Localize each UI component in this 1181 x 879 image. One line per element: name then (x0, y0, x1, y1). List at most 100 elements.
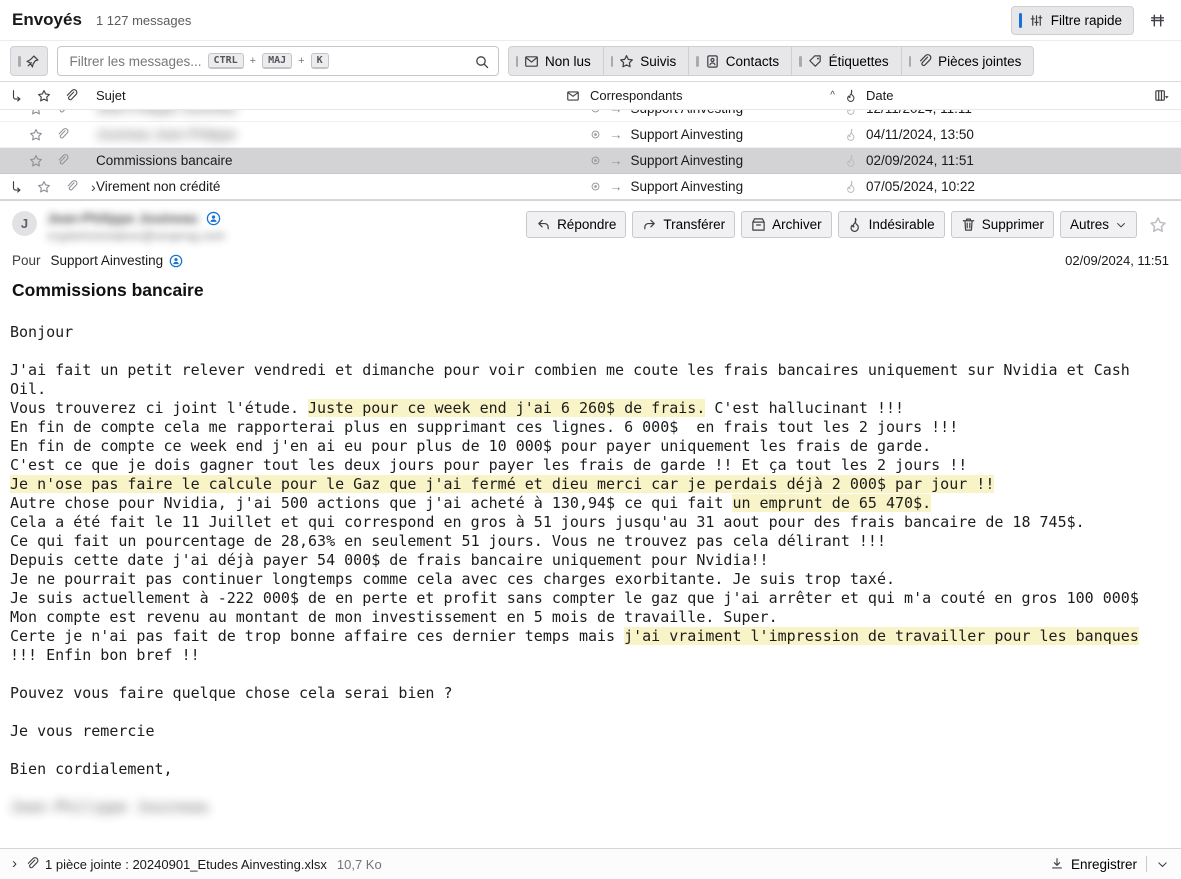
paperclip-icon (56, 154, 70, 167)
junk-icon (845, 180, 858, 193)
kbd-k: K (311, 53, 329, 69)
row-subject-blurred: Jouineau Jean-Philippe (88, 127, 590, 142)
junk-icon (845, 128, 858, 141)
read-dot-icon (590, 129, 601, 140)
thread-icon (10, 180, 24, 194)
filter-unread-button[interactable]: Non lus (508, 46, 604, 76)
filter-tags-button[interactable]: Étiquettes (791, 46, 902, 76)
body-line: Cela a été fait le 11 Juillet et qui cor… (10, 513, 1146, 532)
contact-add-icon[interactable] (206, 211, 221, 226)
message-list-display-options-icon[interactable] (1146, 9, 1169, 32)
filter-attachments-button[interactable]: Pièces jointes (901, 46, 1035, 76)
body-line: Pouvez vous faire quelque chose cela ser… (10, 684, 1146, 703)
sort-ascending-indicator: ^ (830, 90, 835, 101)
save-attachment-button[interactable]: Enregistrer (1048, 852, 1171, 876)
junk-icon (845, 154, 858, 167)
junk-column-icon[interactable] (845, 89, 858, 102)
attachment-column-icon[interactable] (64, 89, 78, 103)
body-line (10, 779, 1146, 798)
sender-name-blurred: Jean-Philippe Jouineau (47, 211, 198, 226)
flame-icon (848, 217, 863, 232)
body-line: Vous trouverez ci joint l'étude. Juste p… (10, 399, 1146, 418)
paperclip-icon (917, 54, 932, 69)
paperclip-icon (25, 857, 39, 871)
body-line: Jean-Philippe Jouineau (10, 798, 1146, 817)
paperclip-icon (64, 180, 78, 193)
junk-button[interactable]: Indésirable (838, 211, 945, 238)
table-row[interactable]: › Virement non crédité → Support Ainvest… (0, 174, 1181, 200)
contact-add-icon (169, 254, 183, 268)
attachment-label[interactable]: 1 pièce jointe : 20240901_Etudes Ainvest… (45, 857, 327, 872)
to-recipient[interactable]: Support Ainvesting (51, 253, 184, 268)
column-subject[interactable]: Sujet (88, 88, 566, 103)
read-column-icon[interactable] (566, 89, 580, 103)
pin-filter-button[interactable] (10, 46, 48, 76)
search-icon (474, 54, 490, 70)
sliders-icon (1029, 13, 1044, 28)
folder-title: Envoyés (12, 10, 82, 30)
quick-filter-button[interactable]: Filtre rapide (1011, 6, 1134, 35)
message-date: 02/09/2024, 11:51 (1065, 253, 1169, 268)
read-dot-icon (590, 110, 601, 114)
filter-toggle-group: Non lus Suivis Contacts Étiquettes (508, 46, 1035, 76)
body-line (10, 342, 1146, 361)
download-icon (1050, 857, 1064, 871)
table-row-selected[interactable]: Commissions bancaire → Support Ainvestin… (0, 148, 1181, 174)
message-header-pane: J Jean-Philippe Jouineau cryptomonnaiexx… (0, 200, 1181, 301)
search-input[interactable]: Filtrer les messages... CTRL + MAJ + K (57, 46, 499, 76)
thread-column-icon[interactable] (10, 89, 24, 103)
message-subject: Commissions bancaire (12, 280, 1169, 301)
body-line: Depuis cette date j'ai déjà payer 54 000… (10, 551, 1146, 570)
more-actions-button[interactable]: Autres (1060, 211, 1137, 238)
filter-contacts-button[interactable]: Contacts (688, 46, 792, 76)
chevron-down-icon (1115, 219, 1127, 231)
envelope-icon (524, 54, 539, 69)
body-line: J'ai fait un petit relever vendredi et d… (10, 361, 1146, 399)
star-icon (37, 180, 51, 194)
table-row[interactable]: Jouineau Jean-Philippe → Support Ainvest… (0, 122, 1181, 148)
star-icon (29, 128, 43, 142)
column-date[interactable]: Date (845, 88, 1145, 103)
read-dot-icon (590, 155, 601, 166)
reply-button[interactable]: Répondre (526, 211, 626, 238)
quick-filter-label: Filtre rapide (1051, 13, 1122, 28)
body-line: En fin de compte cela me rapporterai plu… (10, 418, 1146, 437)
chevron-down-icon[interactable] (1156, 858, 1169, 871)
star-icon (619, 54, 634, 69)
sender-email-blurred: cryptomonnaiexx@xxxprog.com (47, 229, 225, 243)
body-line: Bonjour (10, 323, 1146, 342)
body-line: Je n'ose pas faire le calcule pour le Ga… (10, 475, 1146, 494)
attachment-expander-icon[interactable]: › (10, 855, 25, 874)
paperclip-icon (56, 128, 70, 141)
column-picker-icon[interactable] (1154, 88, 1169, 103)
quick-filter-active-indicator (1019, 13, 1022, 28)
body-line: Je vous remercie (10, 722, 1146, 741)
message-star-icon[interactable] (1147, 214, 1169, 236)
body-line: C'est ce que je dois gagner tout les deu… (10, 456, 1146, 475)
attachment-size: 10,7 Ko (337, 857, 382, 872)
body-line: Certe je n'ai pas fait de trop bonne aff… (10, 627, 1146, 665)
body-line: Ce qui fait un pourcentage de 28,63% en … (10, 532, 1146, 551)
read-dot-icon (590, 181, 601, 192)
forward-icon (642, 217, 657, 232)
message-body: Bonjour J'ai fait un petit relever vendr… (0, 313, 1146, 836)
junk-icon (845, 110, 858, 115)
star-column-icon[interactable] (37, 89, 51, 103)
forward-button[interactable]: Transférer (632, 211, 735, 238)
clipped-row-container: Jean-Philippe Jouineau → Support Ainvest… (0, 110, 1181, 122)
attachment-bar: › 1 pièce jointe : 20240901_Etudes Ainve… (0, 848, 1181, 879)
address-book-icon (705, 54, 720, 69)
body-line: Mon compte est revenu au montant de mon … (10, 608, 1146, 627)
delete-button[interactable]: Supprimer (951, 211, 1054, 238)
message-count: 1 127 messages (96, 13, 191, 28)
body-line: En fin de compte ce week end j'en ai eu … (10, 437, 1146, 456)
archive-button[interactable]: Archiver (741, 211, 832, 238)
filter-starred-button[interactable]: Suivis (603, 46, 690, 76)
star-icon (29, 110, 43, 116)
message-list: Jean-Philippe Jouineau → Support Ainvest… (0, 110, 1181, 200)
body-line: Bien cordialement, (10, 760, 1146, 779)
body-line: Je ne pourrait pas continuer longtemps c… (10, 570, 1146, 589)
table-row[interactable]: Jean-Philippe Jouineau → Support Ainvest… (0, 110, 1181, 122)
tag-icon (808, 54, 823, 69)
column-correspondents[interactable]: Correspondants ^ (590, 88, 845, 103)
